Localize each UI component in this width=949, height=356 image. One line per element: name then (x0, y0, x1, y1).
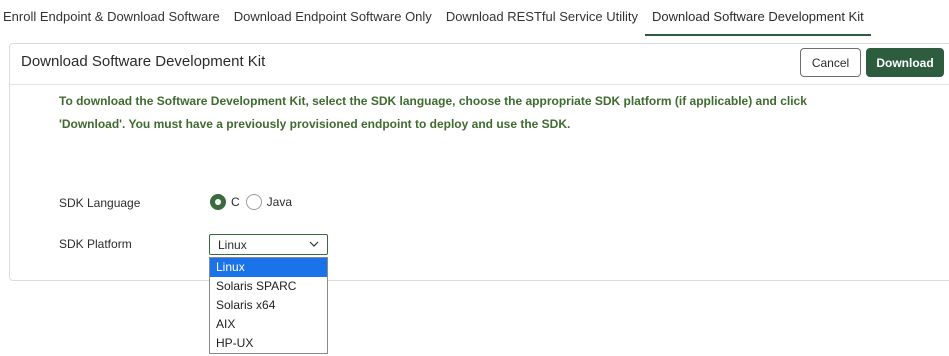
tab-download-endpoint-software[interactable]: Download Endpoint Software Only (227, 9, 439, 36)
sdk-language-radio-group: C Java (210, 194, 298, 210)
sdk-platform-value: Linux (218, 237, 247, 252)
instructions-text: To download the Software Development Kit… (59, 90, 899, 136)
sdk-platform-label: SDK Platform (59, 237, 132, 251)
radio-c-label[interactable]: C (231, 195, 240, 209)
sdk-language-label: SDK Language (59, 196, 141, 210)
radio-c[interactable] (210, 194, 226, 210)
platform-option-linux[interactable]: Linux (210, 258, 327, 277)
tab-enroll-endpoint[interactable]: Enroll Endpoint & Download Software (0, 9, 227, 36)
panel-title: Download Software Development Kit (21, 53, 266, 70)
platform-option-solaris-x64[interactable]: Solaris x64 (210, 296, 327, 315)
download-button[interactable]: Download (866, 48, 944, 77)
radio-java[interactable] (245, 194, 262, 210)
tab-download-restful-utility[interactable]: Download RESTful Service Utility (439, 9, 645, 36)
instructions-line-2: 'Download'. You must have a previously p… (59, 117, 571, 131)
cancel-button[interactable]: Cancel (800, 48, 861, 77)
platform-option-solaris-sparc[interactable]: Solaris SPARC (210, 277, 327, 296)
platform-option-aix[interactable]: AIX (210, 315, 327, 334)
platform-option-hp-ux[interactable]: HP-UX (210, 334, 327, 353)
tab-bar: Enroll Endpoint & Download Software Down… (0, 0, 949, 36)
panel-header: Download Software Development Kit Cancel… (10, 44, 949, 85)
sdk-platform-dropdown: Linux Solaris SPARC Solaris x64 AIX HP-U… (209, 257, 328, 354)
chevron-down-icon (309, 241, 319, 247)
sdk-platform-select[interactable]: Linux (209, 234, 328, 255)
sdk-panel: Download Software Development Kit Cancel… (9, 43, 949, 281)
radio-java-label[interactable]: Java (267, 195, 292, 209)
tab-download-sdk[interactable]: Download Software Development Kit (645, 9, 871, 36)
instructions-line-1: To download the Software Development Kit… (59, 94, 807, 108)
